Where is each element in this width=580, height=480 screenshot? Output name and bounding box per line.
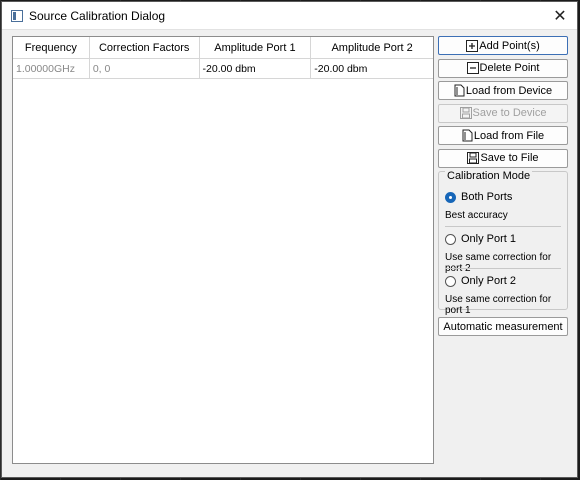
save-to-file-label: Save to File	[480, 152, 539, 164]
only-port-2-label: Only Port 2	[461, 275, 517, 287]
radio-both-ports[interactable]: Both Ports	[445, 191, 512, 203]
calibration-mode-title: Calibration Mode	[445, 170, 533, 182]
calibration-mode-group: Calibration Mode Both Ports Best accurac…	[438, 170, 568, 316]
cell-correction-factors: 0, 0	[90, 59, 200, 78]
cell-amplitude-port-1[interactable]: -20.00 dbm	[200, 59, 312, 78]
load-from-device-label: Load from Device	[465, 84, 553, 97]
load-from-file-button[interactable]: Load from File	[438, 126, 568, 145]
add-point-label: Add Point(s)	[479, 39, 540, 52]
automatic-measurement-label: Automatic measurement	[443, 320, 563, 333]
side-panel: Add Point(s) Delete Point Load from Devi…	[438, 36, 568, 340]
delete-point-button[interactable]: Delete Point	[438, 58, 568, 78]
divider	[445, 226, 561, 227]
radio-only-port-1[interactable]: Only Port 1	[445, 233, 516, 245]
floppy-disk-icon	[459, 107, 472, 119]
app-icon	[11, 9, 23, 22]
only-port-1-label: Only Port 1	[461, 233, 517, 245]
radio-checked-icon	[445, 191, 456, 203]
only-port-2-description: Use same correction for port 1	[445, 294, 552, 316]
close-button[interactable]: ✕	[543, 2, 577, 29]
radio-unchecked-icon	[445, 275, 456, 287]
cell-frequency: 1.00000GHz	[13, 59, 90, 78]
load-from-file-label: Load from File	[473, 129, 545, 142]
automatic-measurement-button[interactable]: Automatic measurement	[438, 317, 568, 336]
column-header-frequency[interactable]: Frequency	[13, 37, 90, 58]
column-header-correction-factors[interactable]: Correction Factors	[90, 37, 200, 58]
open-file-icon	[462, 129, 473, 142]
minus-square-icon	[466, 62, 479, 74]
table-row[interactable]: 1.00000GHz 0, 0 -20.00 dbm -20.00 dbm	[13, 59, 433, 79]
title-bar: Source Calibration Dialog ✕	[2, 2, 577, 30]
column-header-amplitude-port-1[interactable]: Amplitude Port 1	[200, 37, 312, 58]
table-header: Frequency Correction Factors Amplitude P…	[13, 37, 433, 59]
both-ports-label: Both Ports	[461, 191, 513, 203]
source-calibration-dialog: Source Calibration Dialog ✕ Frequency Co…	[1, 1, 578, 478]
only-port-1-description: Use same correction for port 2	[445, 252, 552, 274]
save-to-device-button[interactable]: Save to Device	[438, 103, 568, 123]
add-point-button[interactable]: Add Point(s)	[438, 36, 568, 55]
divider	[445, 268, 561, 269]
column-header-amplitude-port-2[interactable]: Amplitude Port 2	[311, 37, 433, 58]
delete-point-label: Delete Point	[479, 62, 540, 74]
floppy-disk-icon	[467, 152, 480, 164]
cell-amplitude-port-2[interactable]: -20.00 dbm	[311, 59, 433, 78]
save-to-device-label: Save to Device	[472, 107, 547, 119]
open-file-icon	[454, 84, 465, 97]
save-to-file-button[interactable]: Save to File	[438, 148, 568, 168]
both-ports-description: Best accuracy	[445, 210, 508, 221]
window-title: Source Calibration Dialog	[29, 8, 166, 23]
radio-unchecked-icon	[445, 233, 456, 245]
calibration-points-table: Frequency Correction Factors Amplitude P…	[12, 36, 434, 464]
plus-square-icon	[466, 39, 479, 52]
load-from-device-button[interactable]: Load from Device	[438, 81, 568, 100]
radio-only-port-2[interactable]: Only Port 2	[445, 275, 516, 287]
